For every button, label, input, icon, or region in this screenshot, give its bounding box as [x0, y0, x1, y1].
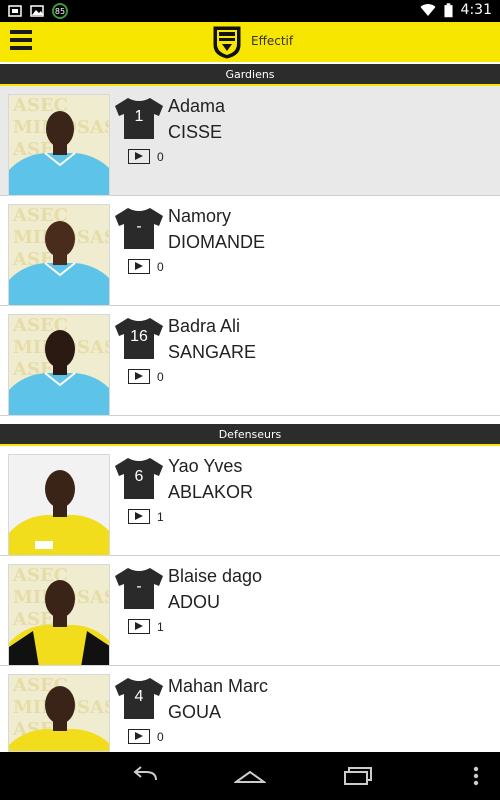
video-count: 0: [157, 260, 164, 274]
notification-icon: [8, 5, 22, 17]
video-play-icon[interactable]: [128, 509, 150, 524]
jersey-number: 16: [130, 328, 148, 345]
jersey-number: -: [136, 578, 142, 595]
video-count: 1: [157, 510, 164, 524]
player-photo: ASECMIMOSASASEC: [8, 204, 110, 306]
player-row[interactable]: 6 Yao Yves ABLAKOR 1: [0, 446, 500, 556]
recent-apps-icon[interactable]: [341, 764, 373, 788]
screen-title: Effectif: [251, 34, 294, 48]
player-row[interactable]: ASECMIMOSASASEC 16 Badra Ali SANGARE 0: [0, 306, 500, 416]
overflow-menu-icon[interactable]: [468, 764, 484, 788]
video-play-icon[interactable]: [128, 369, 150, 384]
video-count: 1: [157, 620, 164, 634]
player-row[interactable]: ASECMIMOSASASEC - Namory DIOMANDE 0: [0, 196, 500, 306]
clock: 4:31: [460, 2, 492, 18]
video-play-icon[interactable]: [128, 149, 150, 164]
home-icon[interactable]: [234, 764, 266, 788]
navigation-bar: [0, 752, 500, 800]
player-photo: ASECMIMOSASASEC: [8, 314, 110, 416]
video-count: 0: [157, 150, 164, 164]
status-bar: 85 4:31: [0, 0, 500, 22]
jersey-number: -: [136, 218, 142, 235]
club-logo: [213, 26, 241, 59]
player-first-name: Adama: [168, 96, 226, 116]
player-row[interactable]: ASECMIMOSASASEC 1 Adama CISSE 0: [0, 86, 500, 196]
player-first-name: Badra Ali: [168, 316, 241, 336]
jersey-number: 1: [134, 108, 144, 125]
section-header-defenseurs: Defenseurs: [0, 424, 500, 446]
video-play-icon[interactable]: [128, 259, 150, 274]
player-row[interactable]: ASECMIMOSASASEC - Blaise dago ADOU 1: [0, 556, 500, 666]
player-last-name: GOUA: [168, 702, 222, 722]
video-play-icon[interactable]: [128, 619, 150, 634]
jersey-number: 6: [134, 468, 144, 485]
player-last-name: DIOMANDE: [168, 232, 266, 252]
video-play-icon[interactable]: [128, 729, 150, 744]
battery-icon: [443, 2, 453, 17]
player-last-name: ADOU: [168, 592, 221, 612]
player-photo: ASECMIMOSASASEC: [8, 94, 110, 196]
jersey-number: 4: [134, 688, 144, 705]
player-photo: [8, 454, 110, 556]
player-first-name: Blaise dago: [168, 566, 263, 586]
video-count: 0: [157, 730, 164, 744]
player-first-name: Namory: [168, 206, 232, 226]
player-last-name: SANGARE: [168, 342, 257, 362]
hamburger-menu-icon[interactable]: [10, 30, 34, 54]
player-photo: ASECMIMOSASASEC: [8, 564, 110, 666]
player-first-name: Yao Yves: [168, 456, 243, 476]
player-last-name: CISSE: [168, 122, 223, 142]
back-icon[interactable]: [128, 764, 160, 788]
player-first-name: Mahan Marc: [168, 676, 269, 696]
badge-icon: 85: [52, 3, 68, 19]
app-bar: Effectif: [0, 22, 500, 62]
wifi-icon: [420, 4, 436, 17]
video-count: 0: [157, 370, 164, 384]
section-header-gardiens: Gardiens: [0, 64, 500, 86]
player-row[interactable]: ASECMIMOSASASEC 4 Mahan Marc GOUA 0: [0, 666, 500, 752]
image-icon: [30, 5, 44, 17]
player-photo: ASECMIMOSASASEC: [8, 674, 110, 752]
player-last-name: ABLAKOR: [168, 482, 254, 502]
